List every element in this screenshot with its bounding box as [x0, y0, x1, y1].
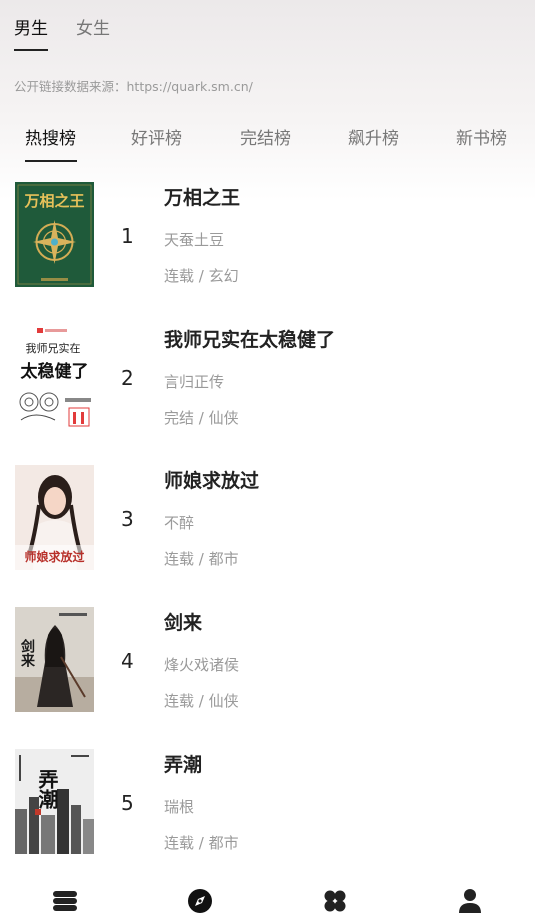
book-item[interactable]: 师娘求放过 3 师娘求放过 不醉 连载 / 都市 — [0, 461, 535, 573]
book-cover[interactable]: 剑来 — [15, 607, 94, 712]
book-item[interactable]: 剑来 4 剑来 烽火戏诸侯 连载 / 仙侠 — [0, 603, 535, 715]
bottom-nav — [0, 872, 535, 920]
book-item[interactable]: 我师兄实在 太稳健了 2 我师兄实在太稳健了 言归正传 完结 / 仙侠 — [0, 320, 535, 432]
tab-completed[interactable]: 完结榜 — [240, 124, 291, 149]
book-item[interactable]: 弄潮 5 弄潮 瑞根 连载 / 都市 — [0, 745, 535, 857]
ranking-tabs: 热搜榜 好评榜 完结榜 飙升榜 新书榜 — [0, 124, 535, 166]
book-status-genre: 连载 / 仙侠 — [164, 692, 239, 710]
book-cover[interactable]: 弄潮 — [15, 749, 94, 854]
cover-title-text: 太稳健了 — [21, 361, 89, 382]
book-item[interactable]: 万相之王 1 万相之王 天蚕土豆 连载 / 玄幻 — [0, 178, 535, 290]
book-status-genre: 完结 / 仙侠 — [164, 409, 239, 427]
book-author: 言归正传 — [164, 373, 225, 391]
book-status-genre: 连载 / 玄幻 — [164, 267, 239, 285]
rank-number: 2 — [121, 366, 134, 390]
book-title: 我师兄实在太稳健了 — [164, 329, 336, 351]
cover-title-text: 弄潮 — [35, 769, 59, 810]
book-author: 天蚕土豆 — [164, 231, 225, 249]
tab-male[interactable]: 男生 — [14, 14, 48, 51]
rank-number: 5 — [121, 791, 134, 815]
user-icon[interactable] — [455, 886, 485, 916]
book-title: 万相之王 — [164, 187, 241, 209]
bookshelf-icon[interactable] — [50, 886, 80, 916]
compass-icon[interactable] — [185, 886, 215, 916]
book-title: 弄潮 — [164, 754, 203, 776]
tab-new-books[interactable]: 新书榜 — [456, 124, 507, 149]
book-author: 烽火戏诸侯 — [164, 656, 240, 674]
book-author: 瑞根 — [164, 798, 195, 816]
book-title: 剑来 — [164, 612, 203, 634]
cover-title-text: 万相之王 — [23, 192, 84, 210]
book-cover[interactable]: 师娘求放过 — [15, 465, 94, 570]
tab-hot-search[interactable]: 热搜榜 — [25, 124, 77, 162]
tab-rising[interactable]: 飙升榜 — [348, 124, 399, 149]
gender-tabs: 男生 女生 — [14, 14, 110, 51]
book-cover[interactable]: 我师兄实在 太稳健了 — [15, 324, 94, 429]
book-title: 师娘求放过 — [164, 470, 260, 492]
cover-title-text: 我师兄实在 — [26, 341, 81, 355]
tab-female[interactable]: 女生 — [76, 14, 110, 49]
book-status-genre: 连载 / 都市 — [164, 834, 239, 852]
book-status-genre: 连载 / 都市 — [164, 550, 239, 568]
book-cover[interactable]: 万相之王 — [15, 182, 94, 287]
rank-number: 1 — [121, 224, 134, 248]
categories-icon[interactable] — [320, 886, 350, 916]
tab-top-rated[interactable]: 好评榜 — [131, 124, 182, 149]
rank-number: 4 — [121, 649, 134, 673]
data-source-note: 公开链接数据来源：https://quark.sm.cn/ — [14, 79, 253, 94]
rank-number: 3 — [121, 507, 134, 531]
cover-title-text: 剑来 — [19, 638, 36, 668]
cover-title-text: 师娘求放过 — [24, 549, 84, 564]
book-author: 不醉 — [164, 514, 195, 532]
